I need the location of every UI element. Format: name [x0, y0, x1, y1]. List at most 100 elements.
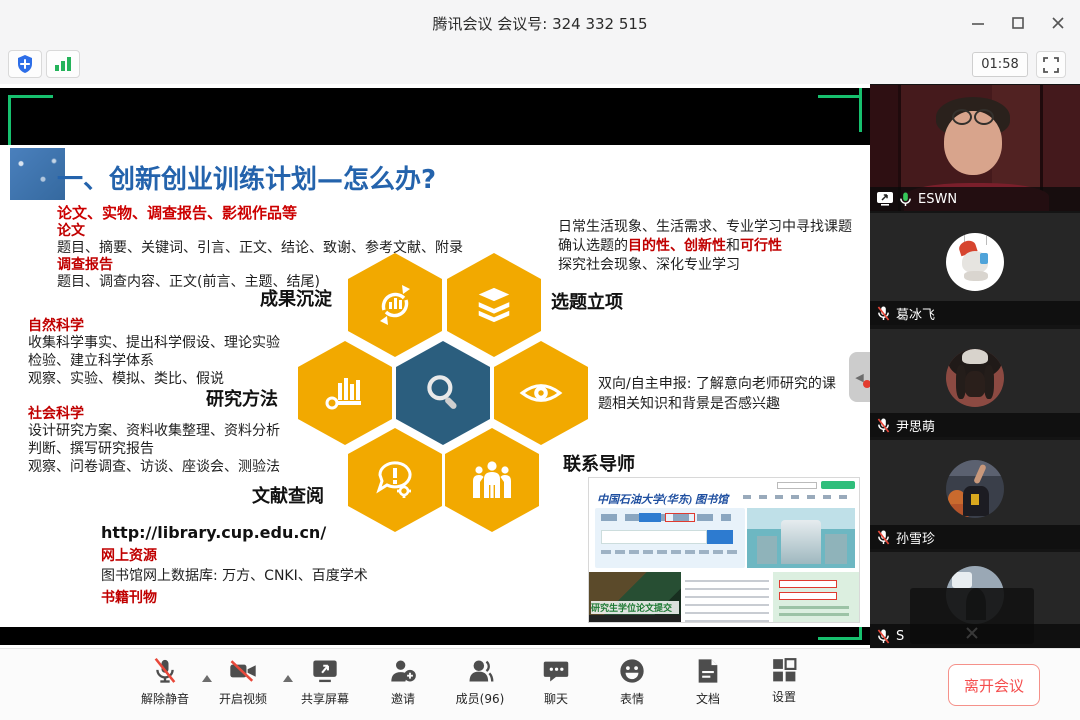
chengguo-label: 成果沉淀: [260, 285, 332, 311]
right-line2-red1: 目的性: [628, 238, 670, 254]
meeting-timer: 01:58: [972, 52, 1028, 77]
ziran-line3: 观察、实验、模拟、类比、假说: [28, 368, 224, 388]
participant-name: S: [896, 629, 904, 644]
ziran-line2: 检验、建立科学体系: [28, 350, 154, 370]
titlebar: 腾讯会议 会议号: 324 332 515: [0, 0, 1080, 45]
participant-name: 葛冰飞: [896, 304, 935, 323]
cycle-chart-icon: [373, 283, 417, 327]
security-shield-icon[interactable]: [8, 50, 42, 78]
ziran-line1: 收集科学事实、提出科学假设、理论实验: [28, 332, 280, 352]
mic-muted-icon: [877, 629, 890, 644]
mic-muted-icon: [151, 657, 179, 685]
members-icon: [466, 657, 494, 685]
right-line3: 探究社会现象、深化专业学习: [558, 254, 740, 274]
mini-site-search-button: [707, 530, 733, 544]
docs-label: 文档: [696, 690, 720, 707]
right-line1: 日常生活现象、生活需求、专业学习中寻找课题: [558, 216, 852, 236]
unmute-button[interactable]: 解除静音: [125, 657, 205, 707]
mini-site-hint-line: [601, 550, 737, 554]
unmute-label: 解除静音: [141, 690, 189, 707]
namebar-gebingfei: 葛冰飞: [870, 301, 1080, 325]
database-text: 图书馆网上数据库: 万方、CNKI、百度学术: [101, 565, 368, 585]
start-video-label: 开启视频: [219, 690, 267, 707]
slide-title: 一、创新创业训练计划—怎么办?: [57, 159, 436, 196]
hexagon-method: [298, 341, 392, 445]
right-line2-prefix: 确认选题的: [558, 238, 628, 254]
sidebar-collapse-handle[interactable]: ◀: [849, 352, 870, 402]
hexagon-topic: [447, 253, 541, 357]
participant-tile-gebingfei[interactable]: 葛冰飞: [870, 213, 1080, 325]
participant-name: ESWN: [918, 192, 957, 207]
thesis-submission-image: 研究生学位论文提交: [589, 572, 681, 623]
members-button[interactable]: 成员(96): [440, 657, 520, 707]
hexagon-review: [494, 341, 588, 445]
participant-tile-yinsimeng[interactable]: 尹思萌: [870, 329, 1080, 437]
close-icon[interactable]: [1050, 15, 1066, 31]
glasses-right: [974, 109, 994, 125]
participants-sidebar: ESWN 葛冰飞: [870, 84, 1080, 648]
hexagon-search-center: [396, 341, 490, 445]
glasses-left: [952, 109, 972, 125]
right-line2: 确认选题的目的性、创新性和可行性: [558, 235, 782, 255]
building-tower: [781, 520, 821, 564]
namebar-partial: S: [870, 624, 1080, 648]
mini-site-lower: 研究生学位论文提交: [589, 572, 860, 623]
wangshang-label: 网上资源: [101, 545, 157, 565]
camera-off-icon: [228, 657, 258, 685]
quicklink-line-1: [779, 606, 849, 609]
shared-screen-letterbox-bottom: [0, 627, 870, 645]
start-video-button[interactable]: 开启视频: [203, 657, 283, 707]
presentation-slide: 一、创新创业训练计划—怎么办? 论文、实物、调查报告、影视作品等 论文 题目、摘…: [0, 145, 870, 627]
hexagon-literature: [348, 428, 442, 532]
share-bracket-bottom-right: [818, 637, 862, 640]
mini-site-active-tab: [639, 513, 661, 522]
mini-site-news-list: [685, 574, 769, 623]
settings-grid-icon: [771, 657, 797, 683]
building-wing-left: [757, 536, 777, 564]
docs-button[interactable]: 文档: [668, 657, 748, 707]
network-signal-icon[interactable]: [46, 50, 80, 78]
xuanti-label: 选题立项: [551, 288, 623, 314]
emoji-smiley-icon: [618, 657, 646, 685]
participant-name: 孙雪珍: [896, 528, 935, 547]
fullscreen-icon[interactable]: [1036, 51, 1066, 78]
share-screen-label: 共享屏幕: [301, 690, 349, 707]
avatar: [946, 460, 1004, 518]
eye-icon: [518, 370, 564, 416]
mini-site-green-button: [821, 481, 855, 489]
right-line2-red2: 创新性: [684, 238, 726, 254]
wenxian-label: 文献查阅: [252, 482, 324, 508]
building-wing-right: [825, 534, 847, 564]
avatar: [946, 349, 1004, 407]
chat-button[interactable]: 聊天: [516, 657, 596, 707]
people-group-icon: [470, 458, 514, 502]
leave-meeting-button[interactable]: 离开会议: [948, 664, 1040, 706]
mini-site-search-input: [601, 530, 707, 544]
share-screen-icon: [311, 657, 339, 685]
screen-share-indicator-icon: [877, 192, 893, 206]
chat-gear-icon: [373, 458, 417, 502]
emoji-label: 表情: [620, 690, 644, 707]
invite-person-icon: [389, 657, 417, 685]
participant-tile-partial[interactable]: S: [870, 552, 1080, 648]
mic-active-icon: [899, 192, 912, 207]
thesis-caption: 研究生学位论文提交: [591, 601, 679, 614]
minimize-icon[interactable]: [970, 15, 986, 31]
avatar: [946, 233, 1004, 291]
mini-site-highlighted-tab: [665, 513, 695, 522]
quicklink-red-box-1: [779, 580, 837, 588]
participant-tile-sunxuezhen[interactable]: 孙雪珍: [870, 440, 1080, 549]
emoji-button[interactable]: 表情: [592, 657, 672, 707]
namebar-sunxuezhen: 孙雪珍: [870, 525, 1080, 549]
participant-video-eswn[interactable]: ESWN: [870, 85, 1080, 211]
invite-button[interactable]: 邀请: [363, 657, 443, 707]
maximize-icon[interactable]: [1010, 15, 1026, 31]
quicklink-red-box-2: [779, 592, 837, 600]
shared-screen-area: 一、创新创业训练计划—怎么办? 论文、实物、调查报告、影视作品等 论文 题目、摘…: [0, 84, 870, 648]
meeting-window: 腾讯会议 会议号: 324 332 515 01:58: [0, 0, 1080, 720]
share-screen-button[interactable]: 共享屏幕: [285, 657, 365, 707]
shenbao-line2: 题相关知识和背景是否感兴趣: [598, 393, 780, 413]
library-building-photo: [747, 508, 855, 568]
settings-button[interactable]: 设置: [744, 657, 824, 705]
mic-muted-icon: [877, 530, 890, 545]
